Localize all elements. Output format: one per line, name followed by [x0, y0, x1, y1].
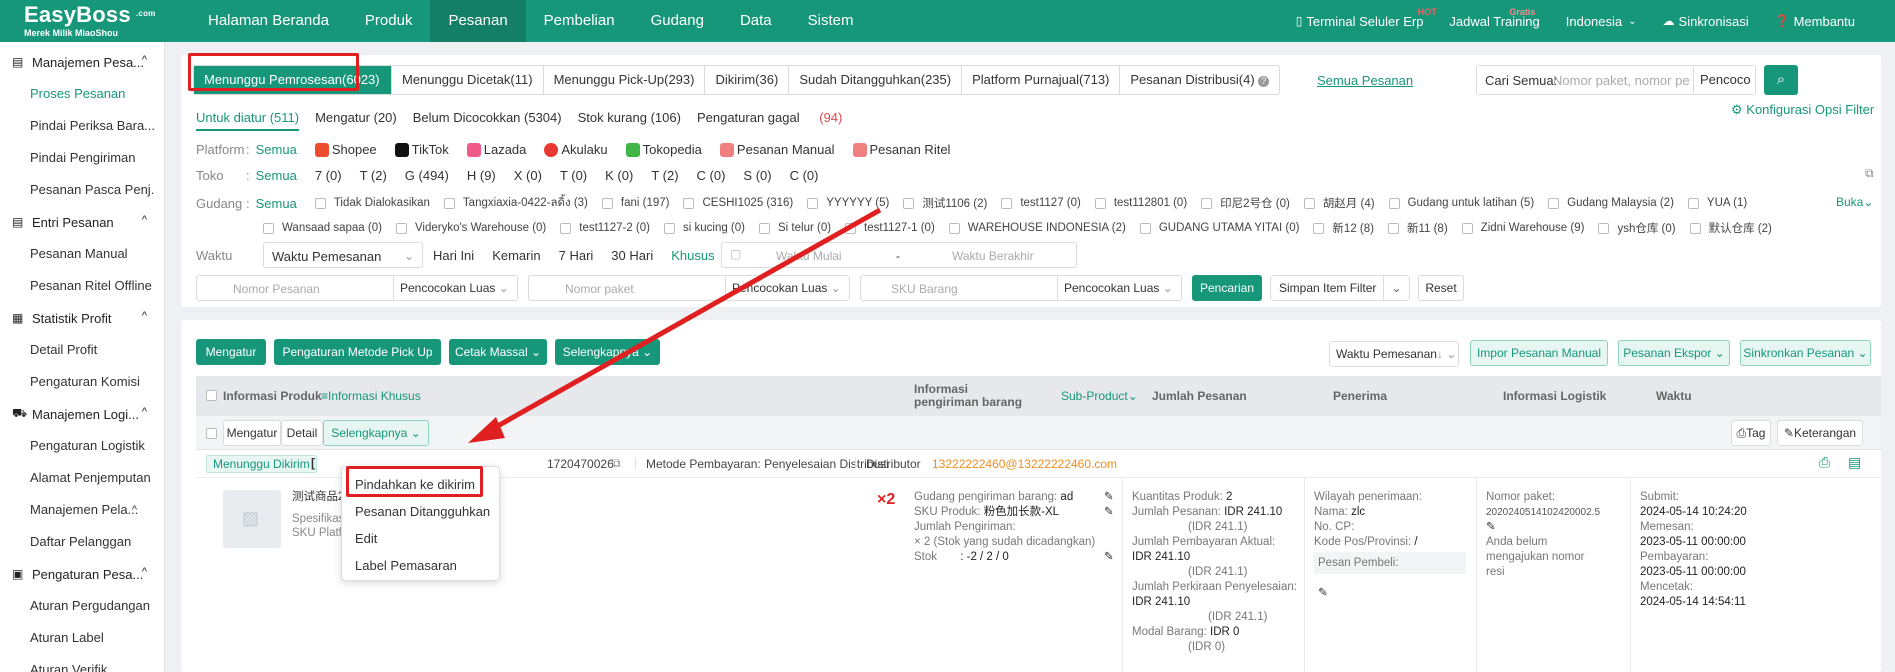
annotation-arrow — [468, 207, 882, 443]
